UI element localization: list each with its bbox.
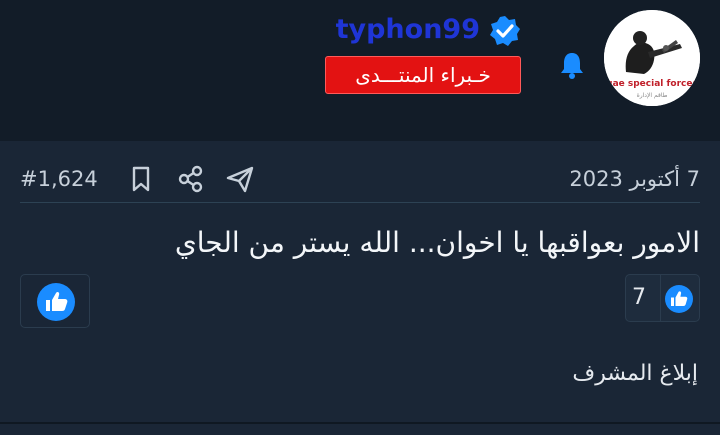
like-button[interactable] xyxy=(20,274,90,328)
post-message: الامور بعواقبها يا اخوان... الله يستر من… xyxy=(174,226,700,259)
reaction-count: 7 xyxy=(632,285,646,310)
bookmark-icon[interactable] xyxy=(126,164,156,194)
verified-badge-icon xyxy=(490,16,520,46)
reaction-separator xyxy=(660,275,661,321)
role-badge: خـبراء المنتـــدى xyxy=(325,56,521,94)
post-meta-row: #1,624 7 أكتوبر 2023 xyxy=(20,160,700,198)
thumbs-up-icon xyxy=(665,285,693,313)
send-icon[interactable] xyxy=(225,164,255,194)
avatar-subcaption: طاقم الإدارة xyxy=(636,92,668,99)
avatar[interactable]: uae special forces طاقم الإدارة xyxy=(604,10,700,106)
post-date[interactable]: 7 أكتوبر 2023 xyxy=(569,160,700,198)
post-number-link[interactable]: #1,624 xyxy=(20,160,98,198)
thumbs-up-icon xyxy=(37,283,75,321)
bottom-divider xyxy=(0,422,720,424)
report-link[interactable]: إبلاغ المشرف xyxy=(572,354,698,394)
bell-icon[interactable] xyxy=(558,50,586,80)
reaction-summary[interactable]: 7 xyxy=(625,274,700,322)
divider xyxy=(20,202,700,203)
share-icon[interactable] xyxy=(176,164,206,194)
post-header: uae special forces طاقم الإدارة typhon99… xyxy=(0,0,720,141)
username-link[interactable]: typhon99 xyxy=(336,12,480,48)
avatar-caption: uae special forces xyxy=(606,79,698,89)
